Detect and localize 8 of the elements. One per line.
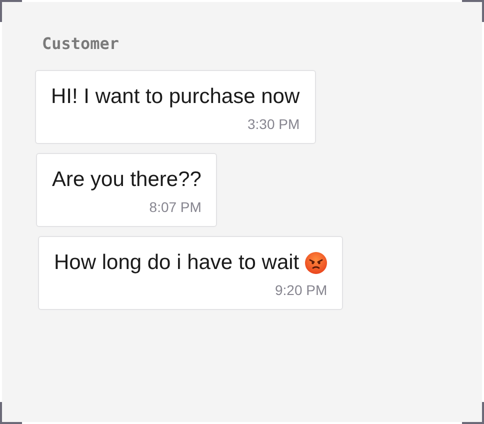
message-time: 9:20 PM: [275, 281, 328, 299]
message-text: HI! I want to purchase now: [51, 84, 300, 110]
message-time: 8:07 PM: [149, 198, 202, 216]
message-text: Are you there??: [52, 167, 202, 193]
angry-face-icon: [305, 252, 328, 274]
message-text: How long do i have to wait: [54, 250, 300, 276]
message-time: 3:30 PM: [248, 115, 300, 133]
sender-label: Customer: [42, 34, 120, 54]
